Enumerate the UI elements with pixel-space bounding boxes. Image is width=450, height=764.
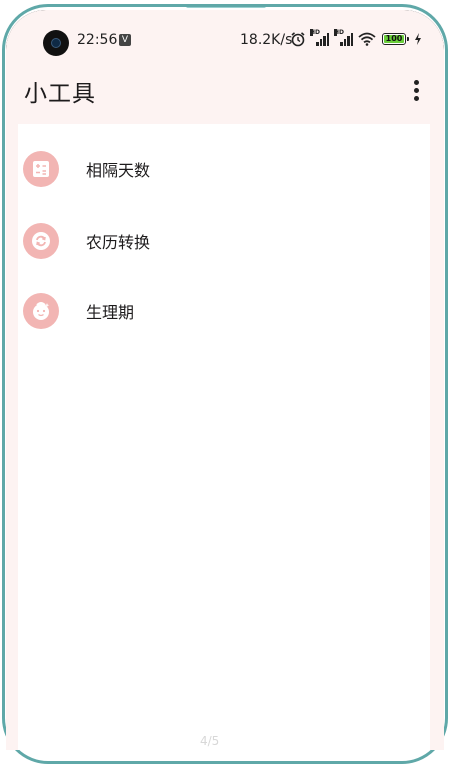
tool-item-label: 农历转换 <box>86 233 151 252</box>
tool-item-period[interactable]: 生理期 <box>18 280 430 342</box>
network-speed: 18.2K/s <box>240 32 293 48</box>
battery-level: 100 <box>385 34 403 43</box>
more-vert-icon <box>413 79 419 85</box>
baby-face-icon <box>23 293 59 329</box>
wifi-icon <box>358 32 376 46</box>
app-surface: 22:56 V 18.2K/s HD HD 100 小工具 相隔天数 农历转换 … <box>6 10 444 750</box>
page-title: 小工具 <box>24 81 96 107</box>
screen: 22:56 V 18.2K/s HD HD 100 小工具 相隔天数 农历转换 … <box>6 10 444 750</box>
calculator-icon <box>23 151 59 187</box>
status-icons: HD HD 100 <box>290 29 422 47</box>
tool-item-days-between[interactable]: 相隔天数 <box>18 138 430 200</box>
alarm-icon <box>291 32 305 47</box>
refresh-icon <box>23 223 59 259</box>
battery-icon: 100 <box>382 33 409 45</box>
device-frame: 22:56 V 18.2K/s HD HD 100 小工具 相隔天数 农历转换 … <box>0 0 450 764</box>
notification-badge: V <box>119 34 131 46</box>
app-bar: 小工具 <box>6 56 444 124</box>
tool-list: 相隔天数 农历转换 生理期 <box>18 124 430 750</box>
tool-item-lunar-convert[interactable]: 农历转换 <box>18 210 430 272</box>
tool-item-label: 生理期 <box>86 303 135 322</box>
charging-icon <box>415 33 421 45</box>
more-options-button[interactable] <box>404 76 428 104</box>
status-time: 22:56 <box>77 32 118 48</box>
signal-hd-icon: HD <box>310 29 330 46</box>
tool-item-label: 相隔天数 <box>86 161 151 180</box>
front-camera <box>43 30 69 56</box>
signal-hd-icon: HD <box>334 29 354 46</box>
